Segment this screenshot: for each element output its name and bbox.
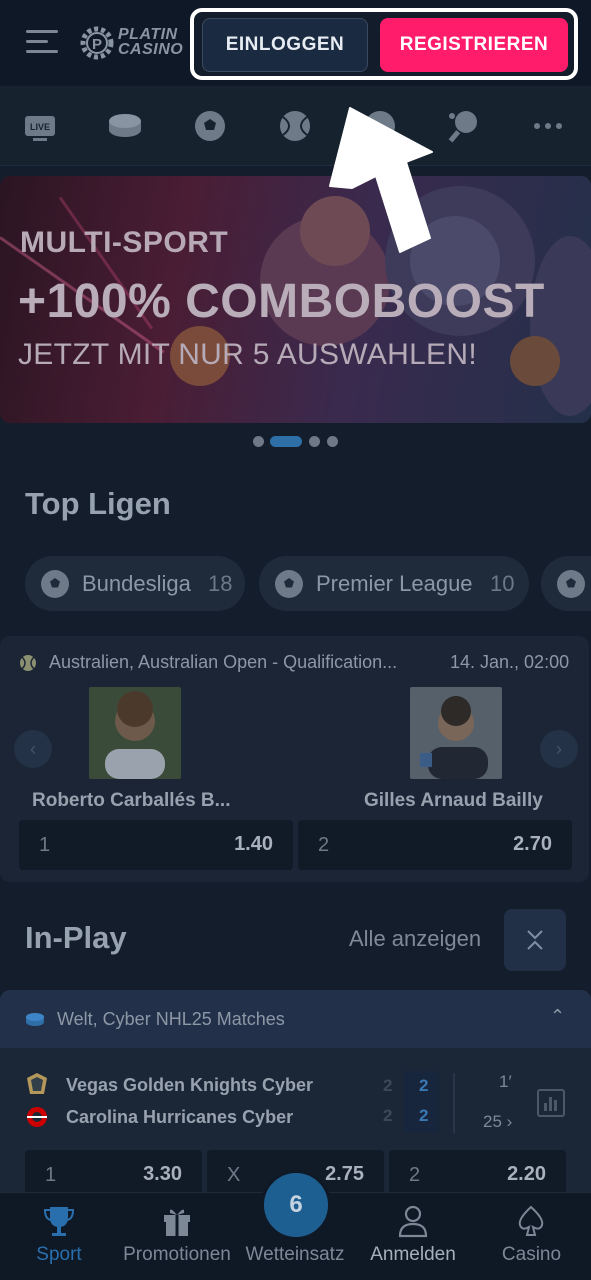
odd-button-2[interactable]: 2 2.70 [298, 820, 572, 870]
next-match-button[interactable]: › [540, 730, 578, 768]
top-leagues-title: Top Ligen [25, 486, 171, 521]
inplay-league-name: Welt, Cyber NHL25 Matches [57, 1009, 285, 1029]
chevron-right-icon: › [506, 1112, 513, 1131]
score-divider [453, 1073, 455, 1133]
odd-value: 2.70 [513, 833, 552, 855]
table-tennis-icon[interactable] [446, 108, 482, 144]
chip-count: 10 [490, 571, 515, 596]
stats-icon[interactable] [537, 1089, 565, 1117]
sports-nav: LIVE [0, 86, 591, 166]
nav-betslip-label: Wetteinsatz [245, 1244, 345, 1265]
menu-icon[interactable] [26, 30, 58, 56]
odd-label: 2 [318, 834, 330, 856]
team2-name: Carolina Hurricanes Cyber [66, 1107, 294, 1127]
nav-casino-label: Casino [501, 1244, 562, 1265]
chip-label: Bundesliga [82, 571, 191, 596]
league-chip-bundesliga[interactable]: Bundesliga 18 [25, 556, 245, 611]
soccer-ball-icon [557, 570, 585, 598]
live-tv-icon[interactable]: LIVE [22, 108, 58, 144]
odd-value: 1.40 [234, 833, 273, 855]
chip-label: Premier League [316, 571, 473, 596]
soccer-ball-icon [41, 570, 69, 598]
hockey-puck-icon [26, 1013, 44, 1026]
nav-login[interactable]: Anmelden [354, 1193, 472, 1280]
match-minute[interactable]: 25 › [483, 1112, 512, 1132]
basketball-icon[interactable] [362, 108, 398, 144]
collapse-all-button[interactable] [504, 909, 566, 971]
collapse-icon [527, 930, 543, 950]
odd-label: 1 [39, 834, 51, 856]
team1-score: 2 [419, 1076, 429, 1095]
soccer-ball-icon[interactable] [192, 108, 228, 144]
banner-line3: JETZT MIT NUR 5 AUSWAHLEN! [18, 338, 477, 371]
nav-login-label: Anmelden [370, 1244, 456, 1265]
gift-icon [164, 1209, 190, 1236]
odd-value: 3.30 [143, 1163, 182, 1185]
carousel-dot[interactable] [327, 436, 338, 447]
carolina-team-logo-icon [27, 1107, 47, 1127]
top-bar: P PLATIN CASINO EINLOGGEN REGISTRIEREN [0, 0, 591, 86]
nav-sport[interactable]: Sport [0, 1193, 118, 1280]
carousel-dot-active[interactable] [270, 436, 302, 447]
vegas-team-logo-icon [27, 1073, 47, 1094]
tennis-ball-icon [20, 655, 36, 671]
promo-banner[interactable]: MULTI-SPORT +100% COMBOBOOST JETZT MIT N… [0, 176, 591, 423]
betslip-count-badge[interactable]: 6 [261, 1170, 331, 1240]
inplay-title: In-Play [25, 920, 127, 955]
player2-photo [410, 687, 502, 779]
logo-line1: PLATIN [118, 26, 178, 43]
nav-promotions[interactable]: Promotionen [118, 1193, 236, 1280]
inplay-league-header[interactable]: Welt, Cyber NHL25 Matches ⌃ [0, 990, 591, 1048]
league-chip-partial[interactable] [541, 556, 591, 611]
login-button[interactable]: EINLOGGEN [202, 18, 368, 72]
player1-photo [89, 687, 181, 779]
more-icon[interactable] [530, 108, 566, 144]
score-prev: 2 [383, 1106, 393, 1125]
logo-line2: CASINO [118, 41, 184, 58]
carousel-dot[interactable] [253, 436, 264, 447]
spade-icon [518, 1205, 544, 1236]
odd-value: 2.75 [325, 1163, 364, 1185]
odd-label: 1 [45, 1164, 57, 1186]
odd-button-1[interactable]: 1 1.40 [19, 820, 293, 870]
logo-gear-icon: P [80, 26, 114, 60]
prev-match-button[interactable]: ‹ [14, 730, 52, 768]
banner-line2: +100% COMBOBOOST [18, 275, 545, 328]
user-icon [398, 1205, 428, 1238]
carousel-dot[interactable] [309, 436, 320, 447]
odd-label: 2 [409, 1164, 421, 1186]
score-prev: 2 [383, 1076, 393, 1095]
match-date: 14. Jan., 02:00 [450, 652, 570, 672]
tennis-ball-icon[interactable] [277, 108, 313, 144]
banner-athlete-head [300, 196, 370, 266]
hockey-puck-icon[interactable] [107, 108, 143, 144]
chevron-up-icon[interactable]: ⌃ [550, 1006, 565, 1027]
chip-count: 18 [208, 571, 233, 596]
team1-name: Vegas Golden Knights Cyber [66, 1075, 314, 1095]
match-period: 1′ [499, 1072, 512, 1091]
odd-value: 2.20 [507, 1163, 546, 1185]
logo[interactable]: P PLATIN CASINO [80, 24, 184, 64]
register-button[interactable]: REGISTRIEREN [380, 18, 568, 72]
team2-score: 2 [419, 1106, 429, 1125]
odd-label: X [227, 1164, 241, 1186]
soccer-ball-icon [275, 570, 303, 598]
player1-name: Roberto Carballés B... [32, 790, 231, 811]
nav-promotions-label: Promotionen [123, 1244, 231, 1265]
player2-name: Gilles Arnaud Bailly [364, 790, 543, 811]
nav-casino[interactable]: Casino [472, 1193, 591, 1280]
banner-ball [510, 336, 560, 386]
league-chip-premier-league[interactable]: Premier League 10 [259, 556, 529, 611]
trophy-icon [43, 1207, 75, 1236]
show-all-link[interactable]: Alle anzeigen [349, 926, 481, 952]
nav-sport-label: Sport [36, 1244, 82, 1265]
match-league: Australien, Australian Open - Qualificat… [49, 652, 398, 672]
auth-highlight: EINLOGGEN REGISTRIEREN [190, 8, 578, 80]
banner-line1: MULTI-SPORT [20, 226, 229, 259]
match-minute-value: 25 [483, 1112, 502, 1131]
svg-text:P: P [92, 36, 102, 53]
live-badge: LIVE [30, 122, 50, 132]
logo-text: PLATIN CASINO [118, 26, 184, 58]
